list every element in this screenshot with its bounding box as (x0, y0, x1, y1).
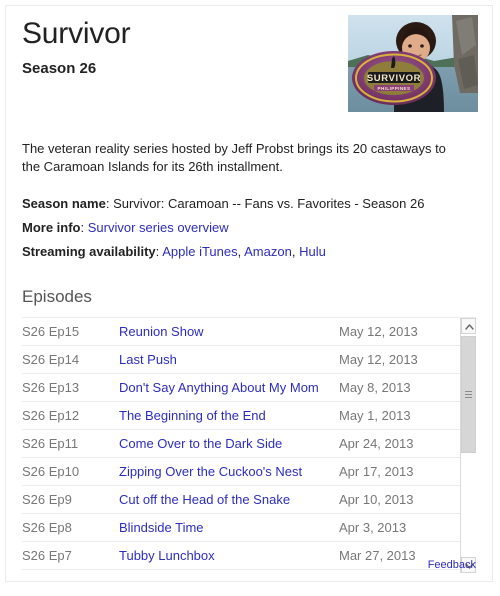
episode-title-link[interactable]: Come Over to the Dark Side (119, 436, 339, 451)
table-row: S26 Ep15 Reunion Show May 12, 2013 (22, 318, 462, 346)
scrollbar-grip-icon (465, 390, 472, 400)
table-row: S26 Ep10 Zipping Over the Cuckoo's Nest Ap… (22, 458, 462, 486)
scrollbar-track[interactable] (461, 334, 476, 557)
card-footer: Feedback (6, 555, 492, 581)
episode-title-link[interactable]: Don't Say Anything About My Mom (119, 380, 339, 395)
scrollbar-thumb[interactable] (461, 336, 476, 453)
episode-air-date: Apr 3, 2013 (339, 520, 407, 535)
fact-row-season-name: Season name: Survivor: Caramoan -- Fans … (22, 192, 476, 216)
episode-air-date: May 8, 2013 (339, 380, 411, 395)
fact-separator: : (80, 220, 85, 235)
fact-separator: : (155, 244, 160, 259)
episode-air-date: May 12, 2013 (339, 324, 418, 339)
episode-title-link[interactable]: Reunion Show (119, 324, 339, 339)
fact-label: Streaming availability (22, 244, 156, 259)
chevron-up-icon (465, 324, 474, 330)
fact-label: More info (22, 220, 81, 235)
episode-id: S26 Ep15 (22, 324, 80, 339)
fact-value: Survivor: Caramoan -- Fans vs. Favorites… (113, 196, 425, 211)
fact-separator: : (105, 196, 110, 211)
table-row: S26 Ep14 Last Push May 12, 2013 (22, 346, 462, 374)
episode-title-link[interactable]: Cut off the Head of the Snake (119, 492, 339, 507)
facts-list: Season name: Survivor: Caramoan -- Fans … (22, 192, 476, 264)
episode-air-date: Apr 10, 2013 (339, 492, 414, 507)
episode-air-date: May 12, 2013 (339, 352, 418, 367)
list-comma: , (237, 244, 242, 259)
streaming-link-apple-itunes[interactable]: Apple iTunes (162, 244, 237, 259)
episode-id: S26 Ep13 (22, 380, 80, 395)
streaming-link-amazon[interactable]: Amazon (244, 244, 292, 259)
table-row: S26 Ep9 Cut off the Head of the Snake Apr … (22, 486, 462, 514)
episodes-list: S26 Ep15 Reunion Show May 12, 2013 S26 Ep14… (22, 318, 462, 570)
episode-id: S26 Ep14 (22, 352, 80, 367)
fact-label: Season name (22, 196, 106, 211)
episode-title-link[interactable]: Blindside Time (119, 520, 339, 535)
list-comma: , (291, 244, 296, 259)
episode-id: S26 Ep11 (22, 436, 79, 451)
episode-title-link[interactable]: The Beginning of the End (119, 408, 339, 423)
episode-id: S26 Ep9 (22, 492, 72, 507)
show-thumbnail-image: SURVIVOR PHILIPPINES (348, 15, 478, 112)
more-info-link-series-overview[interactable]: Survivor series overview (88, 220, 229, 235)
episodes-scrollbar[interactable] (460, 318, 476, 573)
scrollbar-up-button[interactable] (461, 318, 476, 334)
episode-title-link[interactable]: Last Push (119, 352, 339, 367)
episode-id: S26 Ep8 (22, 520, 72, 535)
fact-row-streaming-availability: Streaming availability: Apple iTunes, Am… (22, 240, 476, 264)
episode-air-date: Apr 24, 2013 (339, 436, 414, 451)
card-header: Survivor Season 26 SURVIVOR PHILIPPINES (6, 6, 492, 116)
episode-id: S26 Ep12 (22, 408, 80, 423)
knowledge-panel-card: Survivor Season 26 SURVIVOR PHILIPPINES … (5, 5, 493, 582)
show-description: The veteran reality series hosted by Jef… (22, 141, 446, 174)
table-row: S26 Ep12 The Beginning of the End May 1, 2… (22, 402, 462, 430)
episodes-heading: Episodes (22, 287, 92, 306)
feedback-link[interactable]: Feedback (428, 559, 476, 571)
episode-air-date: May 1, 2013 (339, 408, 411, 423)
episode-id: S26 Ep10 (22, 464, 80, 479)
episode-air-date: Apr 17, 2013 (339, 464, 414, 479)
table-row: S26 Ep8 Blindside Time Apr 3, 2013 (22, 514, 462, 542)
fact-row-more-info: More info: Survivor series overview (22, 216, 476, 240)
episode-title-link[interactable]: Zipping Over the Cuckoo's Nest (119, 464, 339, 479)
episodes-scroll-region: S26 Ep15 Reunion Show May 12, 2013 S26 Ep14… (22, 317, 476, 573)
streaming-link-hulu[interactable]: Hulu (299, 244, 326, 259)
svg-text:PHILIPPINES: PHILIPPINES (378, 86, 411, 91)
table-row: S26 Ep13 Don't Say Anything About My Mom M… (22, 374, 462, 402)
svg-text:SURVIVOR: SURVIVOR (367, 73, 421, 84)
table-row: S26 Ep11 Come Over to the Dark Side Apr 24… (22, 430, 462, 458)
card-body: The veteran reality series hosted by Jef… (6, 140, 492, 264)
